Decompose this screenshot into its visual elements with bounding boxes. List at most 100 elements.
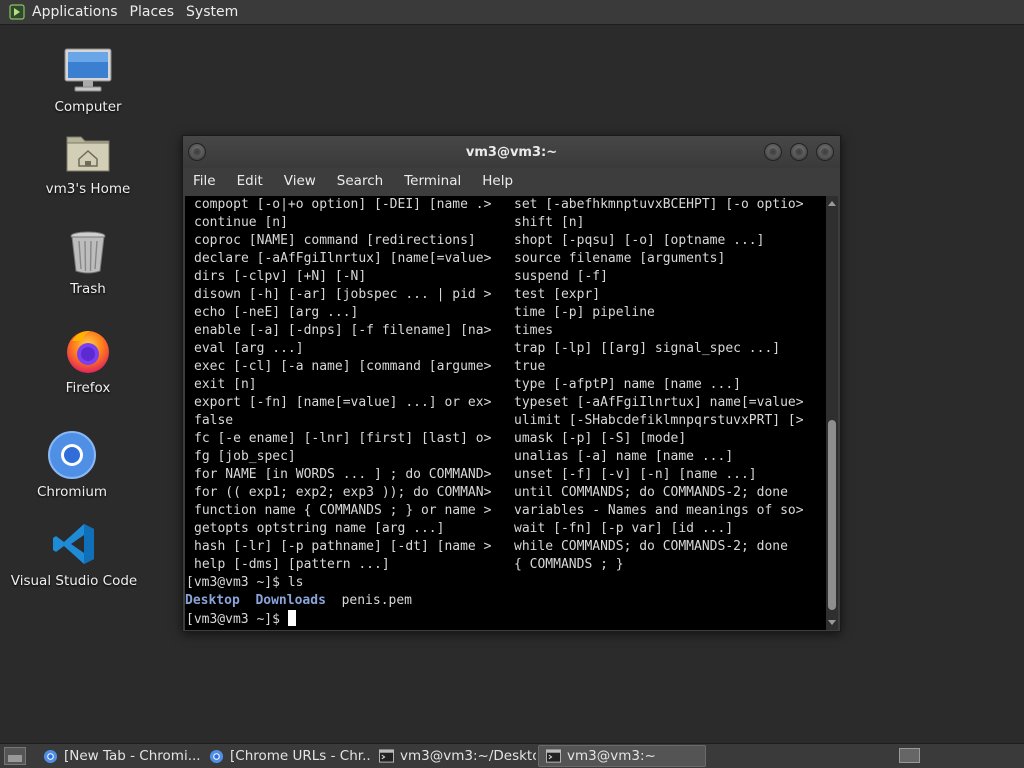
help-entry-left: echo [-neE] [arg ...] (194, 305, 359, 320)
window-menu-icon[interactable] (188, 143, 206, 161)
ls-file: penis.pem (341, 593, 413, 608)
help-entry-right: times (514, 323, 554, 338)
taskbar-item[interactable]: [New Tab - Chromi... (36, 745, 200, 767)
taskbar-item[interactable]: vm3@vm3:~/Desktop (372, 745, 536, 767)
help-entry-left: for NAME [in WORDS ... ] ; do COMMAND> (194, 467, 492, 482)
help-entry-right: suspend [-f] (514, 269, 608, 284)
desktop-icon-label: Trash (70, 281, 106, 297)
help-row: eval [arg ...] trap [-lp] [[arg] signal_s… (185, 340, 827, 358)
help-row: hash [-lr] [-p pathname] [-dt] [name > wh… (185, 538, 827, 556)
help-entry-right: umask [-p] [-S] [mode] (514, 431, 687, 446)
taskbar-item-active[interactable]: vm3@vm3:~ (538, 745, 706, 767)
help-entry-right: test [expr] (514, 287, 601, 302)
help-entry-right: shopt [-pqsu] [-o] [optname ...] (514, 233, 765, 248)
desktop-icon-label: vm3's Home (45, 181, 131, 197)
terminal-window[interactable]: vm3@vm3:~ File Edit View Search Terminal… (182, 135, 841, 632)
help-row: fg [job_spec] unalias [-a] name [name ...… (185, 448, 827, 466)
desktop-icon-trash[interactable]: Trash (28, 227, 148, 297)
help-entry-right: unalias [-a] name [name ...] (514, 449, 734, 464)
menu-view[interactable]: View (284, 173, 316, 189)
chromium-icon (42, 748, 58, 764)
workspace-switcher[interactable] (899, 748, 920, 763)
scroll-down-icon[interactable] (828, 620, 836, 625)
vscode-icon (49, 519, 99, 569)
help-entry-right: true (514, 359, 546, 374)
help-entry-left: hash [-lr] [-p pathname] [-dt] [name > (194, 539, 492, 554)
help-entry-right: typeset [-aAfFgiIlnrtux] name[=value> (514, 395, 804, 410)
help-entry-left: dirs [-clpv] [+N] [-N] (194, 269, 367, 284)
chromium-icon (208, 748, 224, 764)
prompt: [vm3@vm3 ~]$ (186, 575, 288, 590)
help-row: coproc [NAME] command [redirections] shop… (185, 232, 827, 250)
terminal-output[interactable]: compopt [-o|+o option] [-DEI] [name .> se… (185, 196, 827, 630)
desktop-icon-firefox[interactable]: Firefox (28, 326, 148, 396)
ls-dir-downloads: Downloads (255, 593, 326, 608)
help-entry-right: type [-afptP] name [name ...] (514, 377, 741, 392)
help-entry-right: shift [n] (514, 215, 585, 230)
desktop-icon-chromium[interactable]: Chromium (12, 430, 132, 500)
applications-menu[interactable]: Applications (32, 4, 126, 20)
help-entry-left: for (( exp1; exp2; exp3 )); do COMMAN> (194, 485, 492, 500)
desktop-icon-label: Visual Studio Code (10, 573, 138, 589)
menu-search[interactable]: Search (337, 173, 383, 189)
help-entry-left: compopt [-o|+o option] [-DEI] [name .> (194, 197, 492, 212)
taskbar-item-label: vm3@vm3:~ (567, 748, 656, 764)
show-desktop-button[interactable] (4, 747, 26, 765)
help-row: echo [-neE] [arg ...] time [-p] pipeline (185, 304, 827, 322)
scroll-up-icon[interactable] (828, 201, 836, 206)
scrollbar-thumb[interactable] (828, 420, 836, 610)
prompt: [vm3@vm3 ~]$ (186, 612, 288, 627)
menu-edit[interactable]: Edit (237, 173, 263, 189)
help-entry-right: ulimit [-SHabcdefiklmnpqrstuvxPRT] [> (514, 413, 804, 428)
help-row: disown [-h] [-ar] [jobspec ... | pid > te… (185, 286, 827, 304)
help-row: for (( exp1; exp2; exp3 )); do COMMAN> un… (185, 484, 827, 502)
close-icon[interactable] (816, 143, 834, 161)
help-entry-left: exec [-cl] [-a name] [command [argume> (194, 359, 492, 374)
system-menu[interactable]: System (182, 4, 246, 20)
current-prompt-line[interactable]: [vm3@vm3 ~]$ (185, 610, 827, 628)
menu-file[interactable]: File (193, 173, 216, 189)
places-menu[interactable]: Places (126, 4, 183, 20)
help-entry-left: export [-fn] [name[=value] ...] or ex> (194, 395, 492, 410)
help-row: help [-dms] [pattern ...] { COMMANDS ; } (185, 556, 827, 574)
help-entry-left: enable [-a] [-dnps] [-f filename] [na> (194, 323, 492, 338)
help-entry-left: continue [n] (194, 215, 288, 230)
help-entry-left: disown [-h] [-ar] [jobspec ... | pid > (194, 287, 492, 302)
terminal-scrollbar[interactable] (826, 196, 838, 630)
terminal-menubar: File Edit View Search Terminal Help (183, 168, 840, 193)
help-entry-right: variables - Names and meanings of so> (514, 503, 804, 518)
help-row: getopts optstring name [arg ...] wait [-f… (185, 520, 827, 538)
window-titlebar[interactable]: vm3@vm3:~ (183, 136, 840, 168)
home-folder-icon (63, 127, 113, 177)
minimize-icon[interactable] (764, 143, 782, 161)
help-row: false ulimit [-SHabcdefiklmnpqrstuvxPRT] … (185, 412, 827, 430)
text-cursor (287, 610, 296, 626)
taskbar-item-label: [New Tab - Chromi... (64, 748, 200, 764)
menu-help[interactable]: Help (482, 173, 513, 189)
help-row: for NAME [in WORDS ... ] ; do COMMAND> un… (185, 466, 827, 484)
desktop-icon-computer[interactable]: Computer (28, 45, 148, 115)
help-entry-left: eval [arg ...] (194, 341, 304, 356)
menu-terminal[interactable]: Terminal (404, 173, 461, 189)
maximize-icon[interactable] (790, 143, 808, 161)
help-output: compopt [-o|+o option] [-DEI] [name .> se… (185, 196, 827, 574)
taskbar-item[interactable]: [Chrome URLs - Chr... (202, 745, 370, 767)
help-row: enable [-a] [-dnps] [-f filename] [na> ti… (185, 322, 827, 340)
firefox-icon (63, 326, 113, 376)
help-entry-left: fg [job_spec] (194, 449, 296, 464)
ls-output: Desktop Downloads penis.pem (185, 592, 827, 610)
computer-icon (63, 45, 113, 95)
distro-logo-icon[interactable] (8, 3, 26, 21)
chromium-icon (47, 430, 97, 480)
help-entry-right: wait [-fn] [-p var] [id ...] (514, 521, 734, 536)
top-panel: Applications Places System (0, 0, 1024, 25)
desktop-icon-vscode[interactable]: Visual Studio Code (10, 519, 138, 589)
desktop-icon-label: Firefox (65, 380, 111, 396)
desktop-icon-label: Computer (54, 99, 122, 115)
help-row: declare [-aAfFgiIlnrtux] [name[=value> so… (185, 250, 827, 268)
help-row: continue [n] shift [n] (185, 214, 827, 232)
help-entry-left: false (194, 413, 234, 428)
help-entry-left: getopts optstring name [arg ...] (194, 521, 445, 536)
desktop-icon-home[interactable]: vm3's Home (28, 127, 148, 197)
help-entry-right: until COMMANDS; do COMMANDS-2; done (514, 485, 788, 500)
